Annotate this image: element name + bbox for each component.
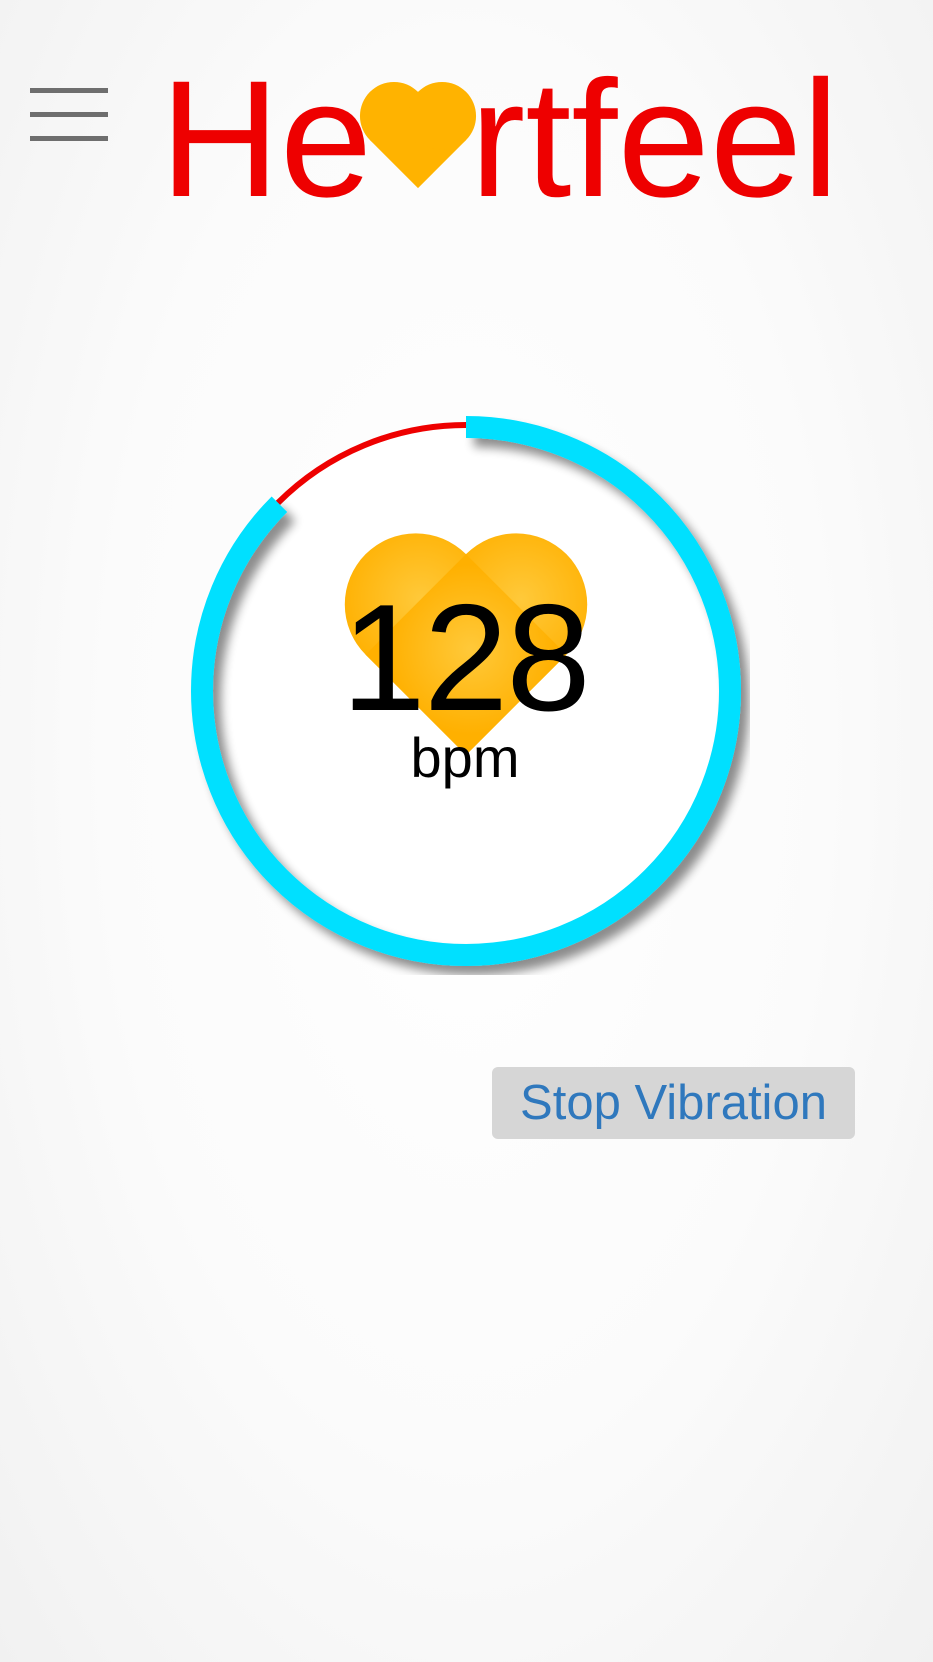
stop-vibration-button[interactable]: Stop Vibration bbox=[492, 1067, 855, 1139]
bpm-value: 128 bbox=[341, 573, 591, 743]
app-logo: He rtfeel bbox=[160, 62, 839, 222]
bpm-unit-label: bpm bbox=[410, 726, 520, 789]
logo-text-rtfeel: rtfeel bbox=[470, 62, 839, 222]
heart-rate-readout: 128 bpm bbox=[265, 580, 665, 788]
logo-text-he: He bbox=[160, 62, 372, 222]
